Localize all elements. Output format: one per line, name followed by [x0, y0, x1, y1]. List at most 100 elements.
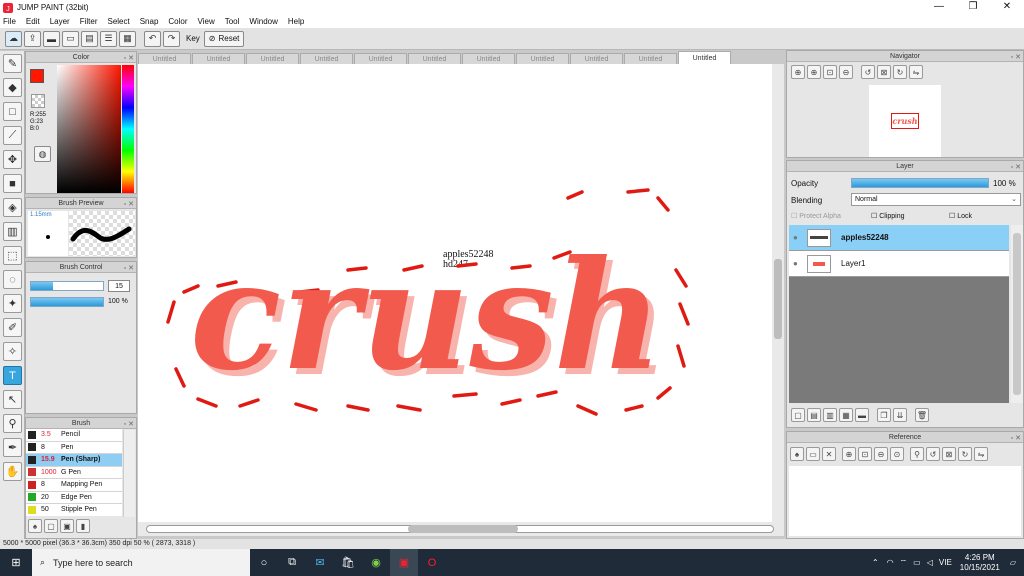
- transparent-swatch[interactable]: [31, 94, 45, 108]
- menu-snap[interactable]: Snap: [140, 17, 159, 26]
- reference-rotate-reset-icon[interactable]: ⊠: [942, 447, 956, 461]
- menu-layer[interactable]: Layer: [50, 17, 70, 26]
- document-tab[interactable]: Untitled: [138, 53, 191, 64]
- document-tab[interactable]: Untitled: [354, 53, 407, 64]
- reference-flip-icon[interactable]: ⇋: [974, 447, 988, 461]
- eraser-tool-icon[interactable]: ◆: [3, 78, 22, 97]
- jump-paint-taskbar-icon[interactable]: ▣: [390, 549, 418, 576]
- menu-filter[interactable]: Filter: [80, 17, 98, 26]
- reference-fit-icon[interactable]: ⊡: [858, 447, 872, 461]
- rectangle-tool-icon[interactable]: □: [3, 102, 22, 121]
- document-tab[interactable]: Untitled: [462, 53, 515, 64]
- saturation-value-picker[interactable]: [57, 65, 121, 193]
- share-icon[interactable]: ⇪: [24, 30, 41, 47]
- menu-tool[interactable]: Tool: [225, 17, 240, 26]
- lock-checkbox[interactable]: ☐ Lock: [949, 212, 972, 220]
- eyedropper-tool-icon[interactable]: ⚲: [3, 414, 22, 433]
- document-tab[interactable]: Untitled: [300, 53, 353, 64]
- flip-icon[interactable]: ⇋: [909, 65, 923, 79]
- close-button[interactable]: ✕: [990, 0, 1024, 15]
- document-icon[interactable]: ▤: [81, 30, 98, 47]
- brush-list-scrollbar[interactable]: [123, 430, 135, 517]
- pen-tool-icon[interactable]: ✒: [3, 438, 22, 457]
- panel-menu-icon[interactable]: ▫ ✕: [124, 419, 134, 430]
- layer-opacity-slider[interactable]: [851, 178, 989, 188]
- reference-open-icon[interactable]: ▭: [806, 447, 820, 461]
- line-tool-icon[interactable]: ⟋: [3, 126, 22, 145]
- document-tab-active[interactable]: Untitled: [678, 51, 731, 64]
- menu-help[interactable]: Help: [288, 17, 304, 26]
- document-tab[interactable]: Untitled: [192, 53, 245, 64]
- rotate-left-icon[interactable]: ↺: [861, 65, 875, 79]
- new-brush-icon[interactable]: ▢: [44, 519, 58, 533]
- brush-item[interactable]: 20 Edge Pen: [26, 491, 122, 504]
- clipping-checkbox[interactable]: ☐ Clipping: [871, 212, 949, 220]
- camera-app-icon[interactable]: ◉: [362, 549, 390, 576]
- color-palette-icon[interactable]: ◍: [34, 146, 51, 162]
- zoom-in-alt-icon[interactable]: ⊕: [807, 65, 821, 79]
- comment-icon[interactable]: ▬: [43, 30, 60, 47]
- eye-icon[interactable]: ●: [793, 233, 798, 242]
- panel-menu-icon[interactable]: ▫ ✕: [124, 263, 134, 274]
- reference-zoom-reset-icon[interactable]: ⊙: [890, 447, 904, 461]
- brush-item[interactable]: 1000 G Pen: [26, 466, 122, 479]
- brush-item[interactable]: 8 Pen: [26, 441, 122, 454]
- select-pen-tool-icon[interactable]: ✐: [3, 318, 22, 337]
- protect-alpha-checkbox[interactable]: ☐ Protect Alpha: [791, 212, 871, 220]
- chat-icon[interactable]: ▭: [62, 30, 79, 47]
- zoom-in-icon[interactable]: ⊕: [791, 65, 805, 79]
- list-icon[interactable]: ☰: [100, 30, 117, 47]
- rotate-right-icon[interactable]: ↻: [893, 65, 907, 79]
- mail-icon[interactable]: ✉: [306, 549, 334, 576]
- clock[interactable]: 4:26 PM 10/15/2021: [960, 553, 1000, 573]
- horizontal-scroll-thumb[interactable]: [408, 525, 518, 533]
- layer-row-apples52248[interactable]: ● apples52248: [789, 225, 1009, 251]
- hue-slider[interactable]: [122, 65, 134, 193]
- layer-row-layer1[interactable]: ● Layer1: [789, 251, 1009, 277]
- reference-view[interactable]: [789, 466, 1021, 536]
- start-icon[interactable]: ⊞: [0, 549, 32, 576]
- foreground-color-swatch[interactable]: [30, 69, 44, 83]
- brush-item[interactable]: 50 Stipple Pen: [26, 504, 122, 516]
- duplicate-layer-icon[interactable]: ❐: [877, 408, 891, 422]
- gradient-tool-icon[interactable]: ▥: [3, 222, 22, 241]
- navigator-thumbnail[interactable]: crush: [869, 85, 941, 157]
- move-tool-icon[interactable]: ✥: [3, 150, 22, 169]
- new-layer-1bit-icon[interactable]: ▥: [823, 408, 837, 422]
- tray-chevron-icon[interactable]: ⌃: [872, 558, 879, 567]
- document-tab[interactable]: Untitled: [624, 53, 677, 64]
- blending-select[interactable]: Normal ⌄: [851, 193, 1021, 206]
- undo-icon[interactable]: ↶: [144, 30, 161, 47]
- reference-rotate-right-icon[interactable]: ↻: [958, 447, 972, 461]
- taskbar-search[interactable]: ⌕ Type here to search: [32, 549, 250, 576]
- brush-item[interactable]: 3.5 Pencil: [26, 429, 122, 442]
- reference-add-icon[interactable]: ♠: [790, 447, 804, 461]
- zoom-out-icon[interactable]: ⊖: [839, 65, 853, 79]
- panel-menu-icon[interactable]: ▫ ✕: [1011, 433, 1021, 444]
- task-view-icon[interactable]: ⧉: [278, 549, 306, 576]
- delete-layer-icon[interactable]: 🗑: [915, 408, 929, 422]
- document-tab[interactable]: Untitled: [516, 53, 569, 64]
- hand-tool-icon[interactable]: ✋: [3, 462, 22, 481]
- redo-icon[interactable]: ↷: [163, 30, 180, 47]
- vertical-scrollbar[interactable]: [772, 64, 784, 522]
- menu-color[interactable]: Color: [168, 17, 187, 26]
- reset-button[interactable]: ⊘ Reset: [203, 30, 245, 47]
- grid-icon[interactable]: ▦: [119, 30, 136, 47]
- brush-tool-icon[interactable]: ✎: [3, 54, 22, 73]
- document-tab[interactable]: Untitled: [570, 53, 623, 64]
- vertical-scroll-thumb[interactable]: [774, 259, 782, 339]
- layer-list-scrollbar[interactable]: [1011, 225, 1023, 403]
- brush-size-field[interactable]: 15: [108, 280, 130, 292]
- copy-brush-icon[interactable]: ▣: [60, 519, 74, 533]
- volume-icon[interactable]: ◁: [927, 558, 933, 567]
- cortana-icon[interactable]: ○: [250, 549, 278, 576]
- opera-icon[interactable]: O: [418, 549, 446, 576]
- horizontal-scrollbar[interactable]: [138, 522, 784, 536]
- panel-menu-icon[interactable]: ▫ ✕: [1011, 52, 1021, 63]
- notifications-icon[interactable]: ▱: [1010, 558, 1016, 567]
- brush-size-slider[interactable]: [30, 281, 104, 291]
- new-layer-8bit-icon[interactable]: ▤: [807, 408, 821, 422]
- merge-layer-icon[interactable]: ⇊: [893, 408, 907, 422]
- select-eraser-tool-icon[interactable]: ✧: [3, 342, 22, 361]
